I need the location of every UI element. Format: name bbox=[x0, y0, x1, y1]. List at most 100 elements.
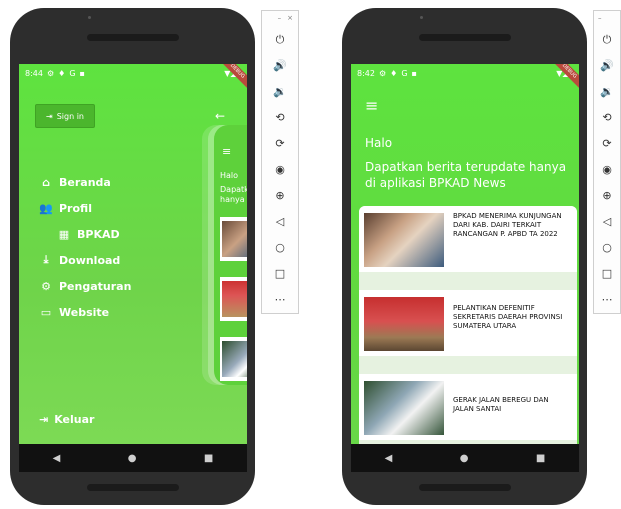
phone-left: 8:44 ⚙ ♦ G ▪ ▼◢▮ DEBUG ⇥ Sign in ← ⌂ Ber… bbox=[10, 8, 255, 505]
news-card[interactable]: GERAK JALAN BEREGU DAN JALAN SANTAI bbox=[359, 374, 577, 440]
minimize-icon[interactable]: – bbox=[278, 14, 282, 22]
nav-home-icon[interactable]: ● bbox=[128, 453, 137, 464]
hamburger-icon: ≡ bbox=[222, 145, 232, 158]
menu-item-label: Website bbox=[59, 305, 110, 319]
web-icon: ▭ bbox=[40, 305, 52, 319]
menu-item-bpkad[interactable]: ▦ BPKAD bbox=[39, 221, 131, 247]
building-icon: ▦ bbox=[58, 227, 70, 241]
status-icon: G bbox=[401, 68, 408, 78]
sign-in-button[interactable]: ⇥ Sign in bbox=[35, 104, 95, 128]
menu-item-website[interactable]: ▭ Website bbox=[39, 299, 131, 325]
zoom-icon[interactable]: ⊕ bbox=[594, 189, 620, 202]
window-controls: – × bbox=[278, 14, 293, 22]
headline-text: Dapatka hanya di bbox=[220, 185, 247, 205]
camera-icon[interactable]: ◉ bbox=[262, 163, 298, 176]
speaker-top bbox=[86, 34, 179, 41]
menu-item-profil[interactable]: 👥 Profil bbox=[39, 195, 131, 221]
home-icon: ⌂ bbox=[42, 175, 50, 189]
rotate-left-icon[interactable]: ⟲ bbox=[594, 111, 620, 124]
sign-in-label: Sign in bbox=[56, 111, 84, 121]
volume-up-icon[interactable]: 🔊 bbox=[594, 59, 620, 72]
menu-item-pengaturan[interactable]: ⚙ Pengaturan bbox=[39, 273, 131, 299]
speaker-bottom bbox=[86, 484, 179, 491]
status-bar: 8:42 ⚙ ♦ G ▪ ▼◢▮ bbox=[351, 64, 579, 82]
overview-icon[interactable]: □ bbox=[262, 267, 298, 280]
news-thumb bbox=[220, 277, 247, 321]
status-icon: ▪ bbox=[79, 68, 85, 78]
menu-item-label: Pengaturan bbox=[59, 279, 132, 293]
speaker-top bbox=[418, 34, 511, 41]
close-icon[interactable]: × bbox=[287, 14, 293, 22]
login-icon: ⇥ bbox=[46, 111, 53, 121]
drawer-screen: 8:44 ⚙ ♦ G ▪ ▼◢▮ DEBUG ⇥ Sign in ← ⌂ Ber… bbox=[19, 64, 247, 472]
news-card[interactable]: BPKAD MENERIMA KUNJUNGAN DARI KAB. DAIRI… bbox=[359, 206, 577, 272]
gear-icon: ⚙ bbox=[41, 279, 51, 293]
rotate-left-icon[interactable]: ⟲ bbox=[262, 111, 298, 124]
news-thumb bbox=[220, 217, 247, 261]
home-icon[interactable]: ○ bbox=[594, 241, 620, 254]
news-photo bbox=[364, 213, 444, 267]
phone-right: 8:42 ⚙ ♦ G ▪ ▼◢▮ DEBUG ≡ Halo Dapatkan b… bbox=[342, 8, 587, 505]
news-list: BPKAD MENERIMA KUNJUNGAN DARI KAB. DAIRI… bbox=[359, 206, 577, 446]
emulator-toolbar-right: – ⏻ 🔊 🔉 ⟲ ⟳ ◉ ⊕ ◁ ○ □ ⋯ bbox=[593, 10, 621, 314]
status-icon: ▪ bbox=[411, 68, 417, 78]
news-photo bbox=[364, 381, 444, 435]
news-title: PELANTIKAN DEFENITIF SEKRETARIS DAERAH P… bbox=[453, 304, 563, 330]
back-icon[interactable]: ◁ bbox=[594, 215, 620, 228]
back-arrow-icon[interactable]: ← bbox=[215, 109, 225, 123]
emulator-toolbar-left: – × ⏻ 🔊 🔉 ⟲ ⟳ ◉ ⊕ ◁ ○ □ ⋯ bbox=[261, 10, 299, 314]
zoom-icon[interactable]: ⊕ bbox=[262, 189, 298, 202]
drawer-menu: ⌂ Beranda 👥 Profil ▦ BPKAD ⤓ Download ⚙ … bbox=[39, 169, 131, 325]
news-title: BPKAD MENERIMA KUNJUNGAN DARI KAB. DAIRI… bbox=[453, 212, 562, 238]
speaker-bottom bbox=[418, 484, 511, 491]
download-icon: ⤓ bbox=[43, 253, 49, 266]
menu-item-label: Download bbox=[59, 253, 121, 267]
status-icon: G bbox=[69, 68, 76, 78]
minimize-icon[interactable]: – bbox=[598, 14, 602, 22]
status-time: 8:42 bbox=[357, 68, 375, 78]
home-icon[interactable]: ○ bbox=[262, 241, 298, 254]
people-icon: 👥 bbox=[39, 201, 53, 215]
news-title: GERAK JALAN BEREGU DAN JALAN SANTAI bbox=[453, 396, 549, 413]
back-icon[interactable]: ◁ bbox=[262, 215, 298, 228]
android-nav-bar: ◀ ● ■ bbox=[19, 444, 247, 472]
power-icon[interactable]: ⏻ bbox=[594, 33, 620, 47]
camera-icon[interactable]: ◉ bbox=[594, 163, 620, 176]
camera-dot bbox=[88, 16, 92, 19]
news-thumb bbox=[220, 337, 247, 381]
more-icon[interactable]: ⋯ bbox=[262, 293, 298, 306]
news-photo bbox=[222, 341, 247, 377]
nav-home-icon[interactable]: ● bbox=[460, 453, 469, 464]
home-page-peek[interactable]: ≡ Halo Dapatka hanya di bbox=[214, 125, 247, 385]
power-icon[interactable]: ⏻ bbox=[262, 33, 298, 47]
headline-line: hanya di bbox=[220, 195, 247, 204]
rotate-right-icon[interactable]: ⟳ bbox=[594, 137, 620, 150]
menu-item-download[interactable]: ⤓ Download bbox=[39, 247, 131, 273]
volume-down-icon[interactable]: 🔉 bbox=[262, 85, 298, 98]
volume-up-icon[interactable]: 🔊 bbox=[262, 59, 298, 72]
window-controls: – bbox=[598, 14, 602, 22]
greeting-text: Halo bbox=[365, 136, 393, 150]
menu-item-beranda[interactable]: ⌂ Beranda bbox=[39, 169, 131, 195]
headline-text: Dapatkan berita terupdate hanya di aplik… bbox=[365, 160, 567, 190]
status-icon: ♦ bbox=[390, 68, 398, 78]
status-icon: ⚙ bbox=[378, 68, 387, 78]
nav-recents-icon[interactable]: ■ bbox=[536, 453, 545, 464]
menu-item-label: Profil bbox=[59, 201, 92, 215]
greeting-text: Halo bbox=[220, 171, 239, 180]
more-icon[interactable]: ⋯ bbox=[594, 293, 620, 306]
status-icon: ⚙ bbox=[46, 68, 55, 78]
android-nav-bar: ◀ ● ■ bbox=[351, 444, 579, 472]
nav-back-icon[interactable]: ◀ bbox=[385, 453, 393, 464]
logout-button[interactable]: ⇥ Keluar bbox=[39, 413, 94, 426]
news-photo bbox=[222, 281, 247, 317]
logout-label: Keluar bbox=[54, 413, 95, 426]
overview-icon[interactable]: □ bbox=[594, 267, 620, 280]
rotate-right-icon[interactable]: ⟳ bbox=[262, 137, 298, 150]
volume-down-icon[interactable]: 🔉 bbox=[594, 85, 620, 98]
news-card[interactable]: PELANTIKAN DEFENITIF SEKRETARIS DAERAH P… bbox=[359, 290, 577, 356]
nav-recents-icon[interactable]: ■ bbox=[204, 453, 213, 464]
hamburger-icon[interactable]: ≡ bbox=[365, 96, 378, 115]
news-photo bbox=[364, 297, 444, 351]
nav-back-icon[interactable]: ◀ bbox=[53, 453, 61, 464]
